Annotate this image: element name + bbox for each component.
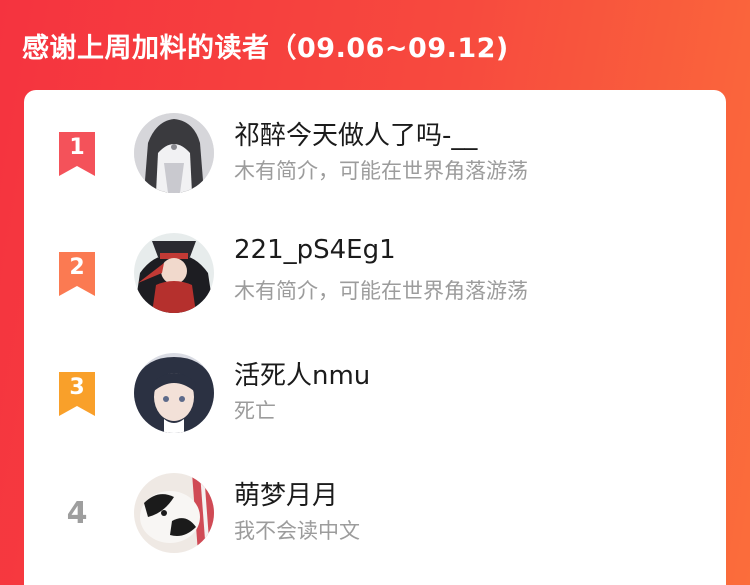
reader-row[interactable]: 2 221_pS4Eg1 木有简介，可能在世界角落游荡 (24, 218, 726, 328)
header: 感谢上周加料的读者（09.06~09.12) (0, 0, 750, 90)
reader-bio: 死亡 (234, 399, 276, 423)
reader-bio: 木有简介，可能在世界角落游荡 (234, 279, 528, 303)
reader-row[interactable]: 3 活死人nmu 死亡 (24, 338, 726, 448)
rank-number: 2 (69, 255, 85, 280)
reader-name[interactable]: 祁醉今天做人了吗-__ (234, 115, 477, 152)
rank-number: 1 (69, 135, 85, 160)
avatar[interactable] (134, 233, 214, 313)
reader-row[interactable]: 1 祁醉今天做人了吗-__ 木有简介，可能在世界角落游荡 (24, 98, 726, 208)
rank-number: 3 (69, 375, 85, 400)
reader-row[interactable]: 4 萌梦月月 我不会读中文 (24, 458, 726, 568)
rank-ribbon-icon: 2 (57, 252, 97, 296)
rank-ribbon-icon: 1 (57, 132, 97, 176)
page-title: 感谢上周加料的读者（09.06~09.12) (22, 33, 509, 64)
reader-name[interactable]: 萌梦月月 (234, 475, 338, 512)
avatar[interactable] (134, 473, 214, 553)
reader-list-card: 1 祁醉今天做人了吗-__ 木有简介，可能在世界角落游荡 2 221_pS4Eg… (24, 90, 726, 585)
reader-bio: 我不会读中文 (234, 519, 360, 543)
rank-number: 4 (66, 496, 88, 531)
reader-bio: 木有简介，可能在世界角落游荡 (234, 159, 528, 183)
reader-name[interactable]: 221_pS4Eg1 (234, 235, 396, 265)
reader-name[interactable]: 活死人nmu (234, 355, 370, 392)
avatar[interactable] (134, 113, 214, 193)
rank-ribbon-icon: 3 (57, 372, 97, 416)
avatar[interactable] (134, 353, 214, 433)
